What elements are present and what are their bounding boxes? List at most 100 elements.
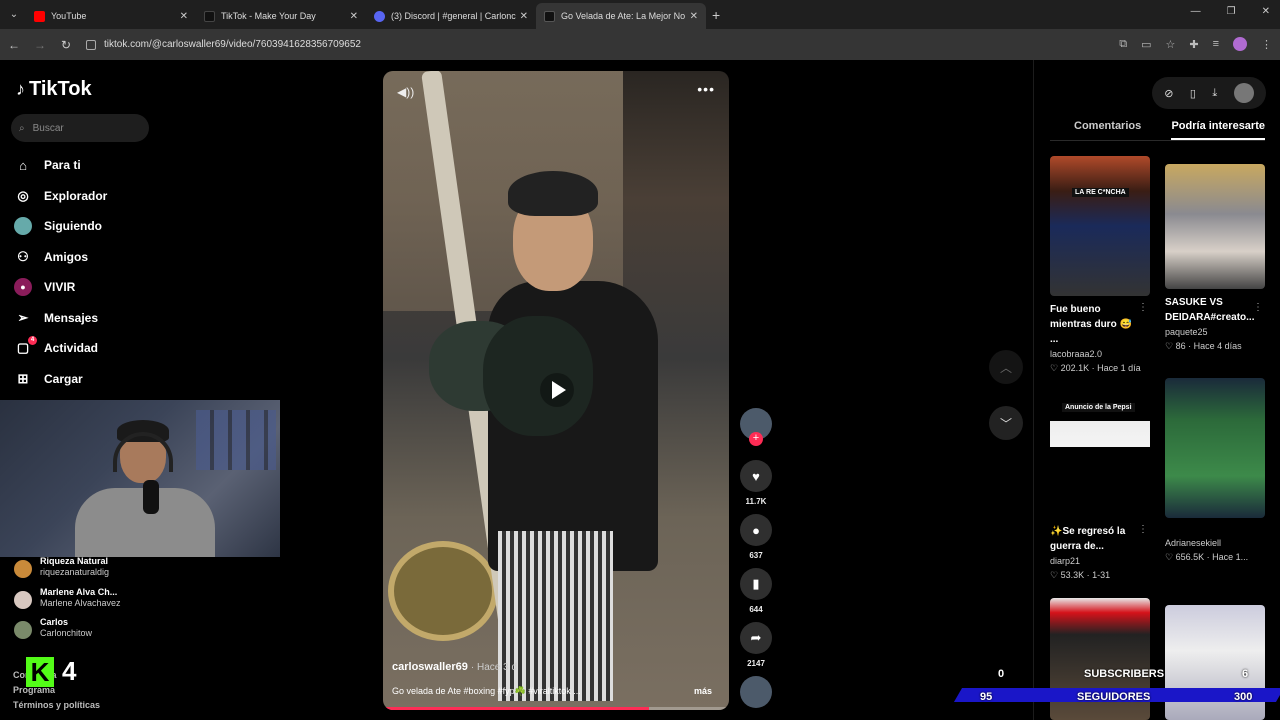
bookmark-star-icon[interactable]: ☆ [1165,38,1175,51]
tab-search-icon[interactable]: ⌄ [2,4,26,26]
more-link[interactable]: más [694,686,712,697]
following-account[interactable]: Marlene Alva Ch... Marlene Alvachavez [14,587,121,618]
card-likes: 53.3K [1060,570,1085,580]
account-handle: riquezanaturaldig [40,567,110,577]
new-tab-icon[interactable]: + [712,7,720,23]
follow-plus-icon[interactable]: + [749,432,763,446]
sidebar-item-mensajes[interactable]: ➢ Mensajes [14,303,107,334]
card-menu-icon[interactable]: ⋮ [1138,524,1148,535]
tab-comentarios[interactable]: Comentarios [1074,120,1141,140]
tab-youtube[interactable]: YouTube ✕ [26,3,196,29]
tab-title: TikTok - Make Your Day [221,11,316,21]
account-handle: Carlonchitow [40,628,93,638]
address-bar-icons: ⧉ ▭ ☆ ✚ ≡ ⋮ [1119,37,1272,51]
browser-menu-icon[interactable]: ⋮ [1261,38,1272,51]
close-window-icon[interactable]: ✕ [1262,6,1270,17]
close-tab-icon[interactable]: ✕ [350,11,358,22]
cast-icon[interactable]: ▭ [1141,38,1151,51]
comment-button[interactable]: ● 637 [739,514,773,568]
comment-icon: ● [740,514,772,546]
account-name: Riqueza Natural [40,556,109,566]
site-info-icon[interactable] [86,39,96,50]
tab-divider [1050,140,1265,141]
sidebar-item-cargar[interactable]: ⊞ Cargar [14,364,107,395]
sidebar-item-amigos[interactable]: ⚇ Amigos [14,242,107,273]
volume-icon[interactable]: ◀)) [397,85,414,99]
sidebar-item-siguiendo[interactable]: Siguiendo [14,211,107,242]
close-tab-icon[interactable]: ✕ [520,11,528,22]
url-field[interactable]: tiktok.com/@carloswaller69/video/7603941… [86,39,361,50]
save-button[interactable]: ▮ 644 [739,568,773,622]
tiktok-logo[interactable]: ♪ TikTok [16,78,92,101]
sidebar-item-explorador[interactable]: ◎ Explorador [14,181,107,212]
card-likes: 202.1K [1060,363,1090,373]
compass-icon[interactable]: ⊘ [1164,87,1173,100]
post-time: Hace 3 d [477,662,518,673]
device-icon[interactable]: ▯ [1190,87,1196,100]
sidebar-item-actividad[interactable]: ▢ 4 Actividad [14,333,107,364]
suggested-video-card[interactable]: LA RE C*NCHA ⋮ Fue bueno mientras duro 😅… [1050,156,1150,374]
discord-favicon-icon [374,10,385,22]
following-account[interactable]: Riqueza Natural riquezanaturaldig [14,556,121,587]
following-account[interactable]: Carlos Carlonchitow [14,617,121,648]
card-menu-icon[interactable]: ⋮ [1253,302,1263,313]
following-avatar-icon [14,217,32,236]
video-author[interactable]: carloswaller69 · Hace 3 d [392,661,517,673]
close-tab-icon[interactable]: ✕ [690,11,698,22]
translate-icon[interactable]: ⧉ [1119,38,1127,51]
sidebar-item-para-ti[interactable]: ⌂ Para ti [14,150,107,181]
suggested-video-card[interactable]: ⋮ SASUKE VS DEIDARA#creato... paquete25 … [1165,164,1265,352]
footer-link-terminos[interactable]: Términos y políticas [13,696,100,714]
tiktok-page: ♪ TikTok ⌕ Buscar ⌂ Para ti ◎ Explorador… [0,60,1280,720]
share-button[interactable]: ➦ 2147 [739,622,773,676]
play-button[interactable] [540,373,574,407]
download-icon[interactable]: ⤓ [1212,87,1217,100]
restore-icon[interactable]: ❐ [1227,6,1236,17]
tab-podria-interesarte[interactable]: Podría interesarte [1171,120,1265,140]
video-player[interactable]: ◀)) ••• carloswaller69 · Hace 3 d Go vel… [383,71,729,710]
author-avatar-button[interactable]: + [739,408,773,460]
chevron-up-icon[interactable]: ︿ [989,350,1023,384]
card-stats: ♡ 656.5K · Hace 1... [1165,552,1249,562]
browser-tab-bar: ⌄ YouTube ✕ TikTok - Make Your Day ✕ (3)… [0,0,1280,29]
extensions-icon[interactable]: ✚ [1189,38,1198,51]
minimize-icon[interactable]: — [1191,6,1201,17]
suggested-video-card[interactable]: Anuncio de la Pepsi ⋮ ✨Se regresó la gue… [1050,400,1150,581]
account-handle: Marlene Alvachavez [40,597,121,608]
reload-icon[interactable]: ↻ [54,38,78,52]
profile-avatar-icon[interactable] [1233,37,1247,51]
tab-tiktok-video[interactable]: Go Velada de Ate: La Mejor No ✕ [536,3,706,29]
youtube-favicon-icon [34,10,45,22]
suggested-video-card[interactable]: Adrianesekiell ♡ 656.5K · Hace 1... [1165,378,1265,563]
tab-tiktok[interactable]: TikTok - Make Your Day ✕ [196,3,366,29]
subscribers-label: SUBSCRIBERS [1084,668,1165,680]
card-likes: 86 [1175,341,1186,351]
music-disc-icon [740,676,772,708]
user-avatar[interactable] [1233,83,1254,103]
search-input[interactable]: ⌕ Buscar [11,114,149,142]
card-stats: ♡ 86 · Hace 4 días [1165,341,1242,351]
account-name: Marlene Alva Ch... [40,586,118,597]
tab-discord[interactable]: (3) Discord | #general | Carlonc ✕ [366,3,536,29]
microphone-icon [143,480,159,514]
media-icon[interactable]: ≡ [1213,38,1219,50]
like-count: 11.7K [745,497,767,506]
forward-icon[interactable]: → [28,38,52,52]
home-icon: ⌂ [19,157,27,173]
back-icon[interactable]: ← [2,38,26,52]
account-name: Carlos [40,617,69,627]
chevron-down-icon[interactable]: ﹀ [989,406,1023,440]
sidebar-item-label: Para ti [44,158,81,173]
more-options-icon[interactable]: ••• [697,81,715,97]
search-placeholder: Buscar [32,122,64,134]
window-controls: — ❐ ✕ [1191,6,1270,17]
close-tab-icon[interactable]: ✕ [180,11,188,22]
video-progress-bar[interactable] [383,707,729,710]
card-caption: Fue bueno mientras duro 😅 ... [1050,304,1132,345]
sound-disc-button[interactable] [739,676,773,708]
like-button[interactable]: ♥ 11.7K [739,460,773,514]
sidebar-item-label: Cargar [44,371,83,386]
sidebar-item-vivir[interactable]: ● VIVIR [14,272,107,303]
sidebar-nav: ⌂ Para ti ◎ Explorador Siguiendo ⚇ Amigo… [14,150,107,394]
card-menu-icon[interactable]: ⋮ [1138,302,1148,313]
